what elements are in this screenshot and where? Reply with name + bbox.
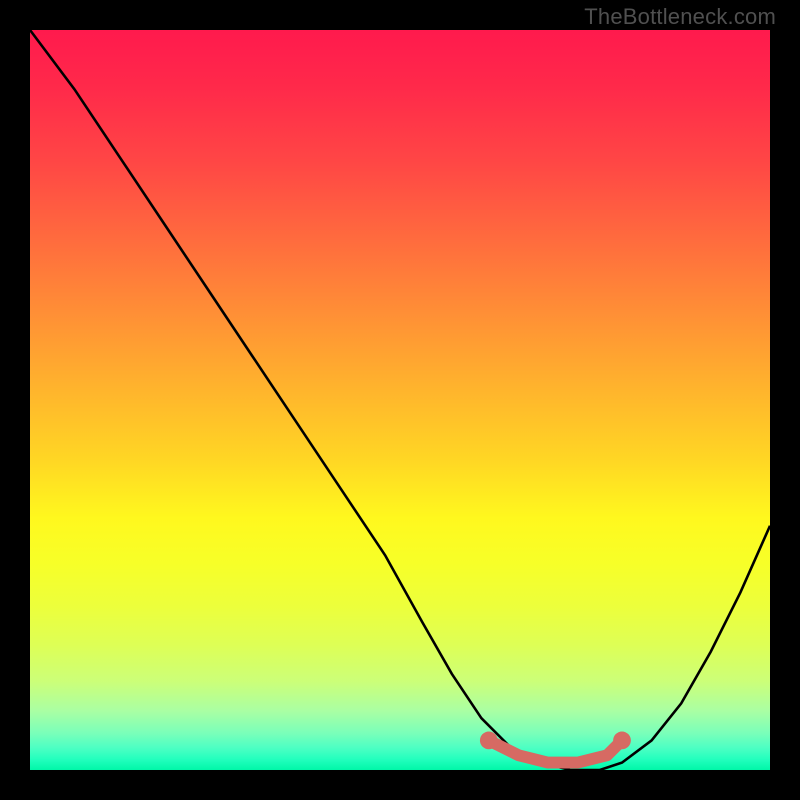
optimal-range-end-dot (613, 732, 631, 750)
optimal-range-start-dot (480, 732, 498, 750)
watermark-text: TheBottleneck.com (584, 4, 776, 30)
chart-frame: TheBottleneck.com (0, 0, 800, 800)
optimal-range (30, 30, 770, 770)
optimal-range-line (489, 740, 622, 762)
plot-area (30, 30, 770, 770)
